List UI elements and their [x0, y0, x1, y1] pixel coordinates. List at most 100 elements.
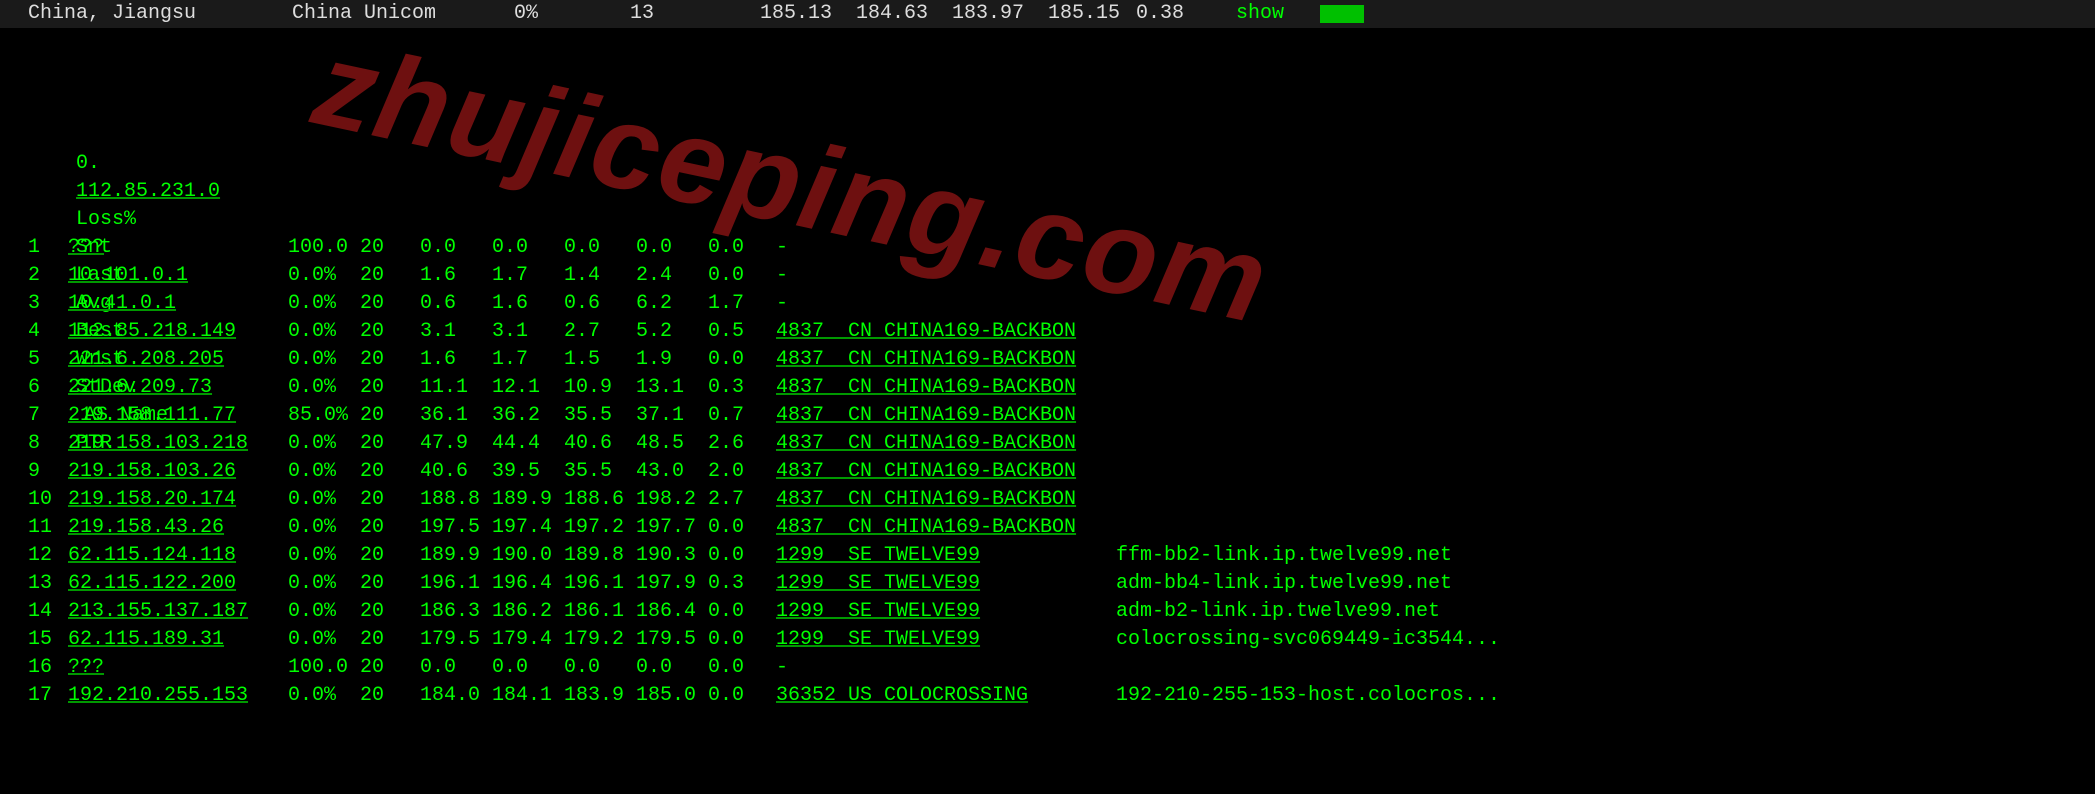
cell-loss: 0.0% [288, 374, 360, 402]
cell-asname[interactable]: 4837 CN CHINA169-BACKBON [768, 318, 1116, 346]
val-last: 185.13 [760, 0, 856, 28]
cell-host[interactable]: 219.158.111.77 [68, 402, 288, 430]
cell-best: 188.6 [564, 486, 636, 514]
cell-wrst: 13.1 [636, 374, 708, 402]
cell-avg: 190.0 [492, 542, 564, 570]
show-toggle[interactable]: show [1236, 0, 1284, 28]
cell-last: 36.1 [420, 402, 492, 430]
cell-host[interactable]: 192.210.255.153 [68, 682, 288, 710]
cell-best: 183.9 [564, 682, 636, 710]
cell-snt: 20 [360, 234, 420, 262]
cell-snt: 20 [360, 682, 420, 710]
cell-avg: 189.9 [492, 486, 564, 514]
cell-stdev: 0.7 [708, 402, 768, 430]
table-row: 5221.6.208.2050.0%201.61.71.51.90.04837 … [28, 346, 2085, 374]
cell-host[interactable]: 219.158.103.26 [68, 458, 288, 486]
table-row: 6221.6.209.730.0%2011.112.110.913.10.348… [28, 374, 2085, 402]
cell-wrst: 43.0 [636, 458, 708, 486]
cell-snt: 20 [360, 486, 420, 514]
cell-hop: 9 [28, 458, 68, 486]
table-row: 17192.210.255.1530.0%20184.0184.1183.918… [28, 682, 2085, 710]
cell-asname[interactable]: 4837 CN CHINA169-BACKBON [768, 374, 1116, 402]
cell-host[interactable]: 62.115.189.31 [68, 626, 288, 654]
cell-asname[interactable]: 4837 CN CHINA169-BACKBON [768, 402, 1116, 430]
cell-hop: 13 [28, 570, 68, 598]
cell-asname[interactable]: 1299 SE TWELVE99 [768, 598, 1116, 626]
cell-ptr: ffm-bb2-link.ip.twelve99.net [1116, 542, 1536, 570]
cell-snt: 20 [360, 374, 420, 402]
cell-asname[interactable]: 36352 US COLOCROSSING [768, 682, 1116, 710]
cell-loss: 0.0% [288, 570, 360, 598]
count: 13 [630, 0, 760, 28]
cell-loss: 100.0 [288, 654, 360, 682]
table-header-row: 0. 112.85.231.0 Loss% Snt Last Avg Best … [28, 122, 2085, 150]
cell-asname[interactable]: 1299 SE TWELVE99 [768, 570, 1116, 598]
cell-ptr: 192-210-255-153-host.colocros... [1116, 682, 1536, 710]
cell-avg: 184.1 [492, 682, 564, 710]
cell-last: 189.9 [420, 542, 492, 570]
cell-asname[interactable]: 4837 CN CHINA169-BACKBON [768, 486, 1116, 514]
cell-host[interactable]: 10.101.0.1 [68, 262, 288, 290]
cell-host[interactable]: ??? [68, 234, 288, 262]
cell-last: 0.0 [420, 654, 492, 682]
cell-snt: 20 [360, 346, 420, 374]
cell-last: 1.6 [420, 346, 492, 374]
col-loss: Loss% [76, 206, 148, 234]
cell-last: 197.5 [420, 514, 492, 542]
cell-wrst: 37.1 [636, 402, 708, 430]
cell-snt: 20 [360, 290, 420, 318]
cell-asname[interactable]: 4837 CN CHINA169-BACKBON [768, 458, 1116, 486]
col-host[interactable]: 112.85.231.0 [76, 178, 296, 206]
table-row: 1???100.0200.00.00.00.00.0- [28, 234, 2085, 262]
cell-hop: 6 [28, 374, 68, 402]
cell-loss: 0.0% [288, 262, 360, 290]
cell-host[interactable]: 112.85.218.149 [68, 318, 288, 346]
val-wrst: 185.15 [1048, 0, 1136, 28]
table-row: 1262.115.124.1180.0%20189.9190.0189.8190… [28, 542, 2085, 570]
cell-stdev: 0.0 [708, 234, 768, 262]
cell-host[interactable]: 10.41.0.1 [68, 290, 288, 318]
cell-last: 0.0 [420, 234, 492, 262]
cell-asname[interactable]: 4837 CN CHINA169-BACKBON [768, 430, 1116, 458]
table-row: 1562.115.189.310.0%20179.5179.4179.2179.… [28, 626, 2085, 654]
cell-loss: 0.0% [288, 318, 360, 346]
cell-asname[interactable]: 1299 SE TWELVE99 [768, 542, 1116, 570]
cell-loss: 0.0% [288, 542, 360, 570]
cell-host[interactable]: 62.115.124.118 [68, 542, 288, 570]
cell-best: 35.5 [564, 402, 636, 430]
cell-avg: 1.6 [492, 290, 564, 318]
cell-wrst: 1.9 [636, 346, 708, 374]
cell-host[interactable]: ??? [68, 654, 288, 682]
table-row: 10219.158.20.1740.0%20188.8189.9188.6198… [28, 486, 2085, 514]
cell-best: 189.8 [564, 542, 636, 570]
val-best: 183.97 [952, 0, 1048, 28]
cell-host[interactable]: 213.155.137.187 [68, 598, 288, 626]
cell-host[interactable]: 62.115.122.200 [68, 570, 288, 598]
cell-hop: 8 [28, 430, 68, 458]
cell-hop: 16 [28, 654, 68, 682]
cell-asname[interactable]: 1299 SE TWELVE99 [768, 626, 1116, 654]
cell-last: 40.6 [420, 458, 492, 486]
cell-host[interactable]: 219.158.43.26 [68, 514, 288, 542]
cell-host[interactable]: 221.6.208.205 [68, 346, 288, 374]
cell-asname: - [768, 290, 1116, 318]
table-row: 8219.158.103.2180.0%2047.944.440.648.52.… [28, 430, 2085, 458]
cell-snt: 20 [360, 318, 420, 346]
cell-host[interactable]: 221.6.209.73 [68, 374, 288, 402]
cell-best: 10.9 [564, 374, 636, 402]
cell-snt: 20 [360, 654, 420, 682]
cell-wrst: 2.4 [636, 262, 708, 290]
cell-last: 11.1 [420, 374, 492, 402]
cell-last: 0.6 [420, 290, 492, 318]
cell-avg: 39.5 [492, 458, 564, 486]
cell-asname[interactable]: 4837 CN CHINA169-BACKBON [768, 514, 1116, 542]
cell-host[interactable]: 219.158.20.174 [68, 486, 288, 514]
cell-host[interactable]: 219.158.103.218 [68, 430, 288, 458]
cell-stdev: 0.0 [708, 682, 768, 710]
cell-asname[interactable]: 4837 CN CHINA169-BACKBON [768, 346, 1116, 374]
cell-wrst: 186.4 [636, 598, 708, 626]
cell-avg: 1.7 [492, 262, 564, 290]
cell-snt: 20 [360, 598, 420, 626]
table-row: 14213.155.137.1870.0%20186.3186.2186.118… [28, 598, 2085, 626]
cell-best: 0.0 [564, 234, 636, 262]
